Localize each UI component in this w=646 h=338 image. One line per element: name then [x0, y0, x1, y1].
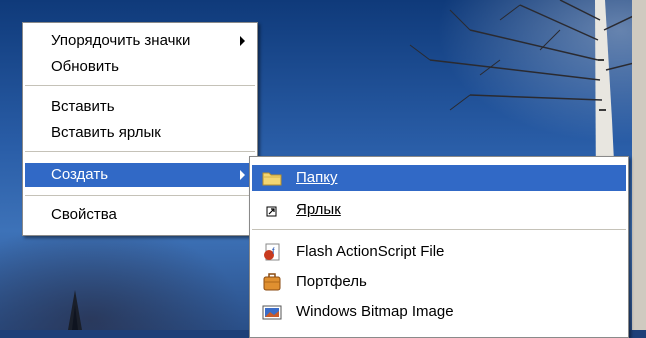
menu-item-label: Портфель [296, 273, 367, 290]
folder-icon [262, 172, 282, 186]
desktop-context-menu: Упорядочить значки Обновить Вставить Вст… [22, 22, 258, 236]
menu-item-new[interactable]: Создать [25, 163, 255, 187]
menu-item-arrange-icons[interactable]: Упорядочить значки [25, 29, 255, 53]
bitmap-image-icon [262, 305, 282, 320]
menu-separator [25, 85, 255, 87]
menu-item-label: Вставить ярлык [51, 124, 161, 141]
menu-item-label: Свойства [51, 206, 117, 223]
submenu-item-bitmap-image[interactable]: Windows Bitmap Image [252, 299, 626, 325]
menu-item-label: Папку [296, 169, 338, 186]
submenu-item-flash-actionscript-file[interactable]: f Flash ActionScript File [252, 239, 626, 265]
menu-item-paste-shortcut[interactable]: Вставить ярлык [25, 121, 255, 145]
menu-item-label: Ярлык [296, 201, 341, 218]
menu-item-refresh[interactable]: Обновить [25, 55, 255, 79]
submenu-item-briefcase[interactable]: Портфель [252, 269, 626, 295]
submenu-arrow-icon [240, 170, 245, 180]
menu-item-label: Windows Bitmap Image [296, 303, 454, 320]
create-submenu: Папку Ярлык f Flash ActionScript File По… [249, 156, 629, 338]
submenu-item-folder[interactable]: Папку [252, 165, 626, 191]
shortcut-icon [266, 206, 277, 217]
menu-separator [25, 151, 255, 153]
menu-item-label: Вставить [51, 98, 115, 115]
menu-item-paste[interactable]: Вставить [25, 95, 255, 119]
flash-actionscript-file-icon: f [264, 243, 280, 261]
menu-item-label: Создать [51, 166, 109, 183]
menu-item-label: Обновить [51, 58, 119, 75]
submenu-arrow-icon [240, 36, 245, 46]
menu-item-label: Упорядочить значки [51, 32, 191, 49]
menu-separator [25, 195, 255, 197]
menu-item-label: Flash ActionScript File [296, 243, 445, 260]
briefcase-icon [263, 273, 281, 291]
submenu-item-shortcut[interactable]: Ярлык [252, 197, 626, 223]
menu-separator [252, 229, 626, 231]
menu-item-properties[interactable]: Свойства [25, 203, 255, 227]
